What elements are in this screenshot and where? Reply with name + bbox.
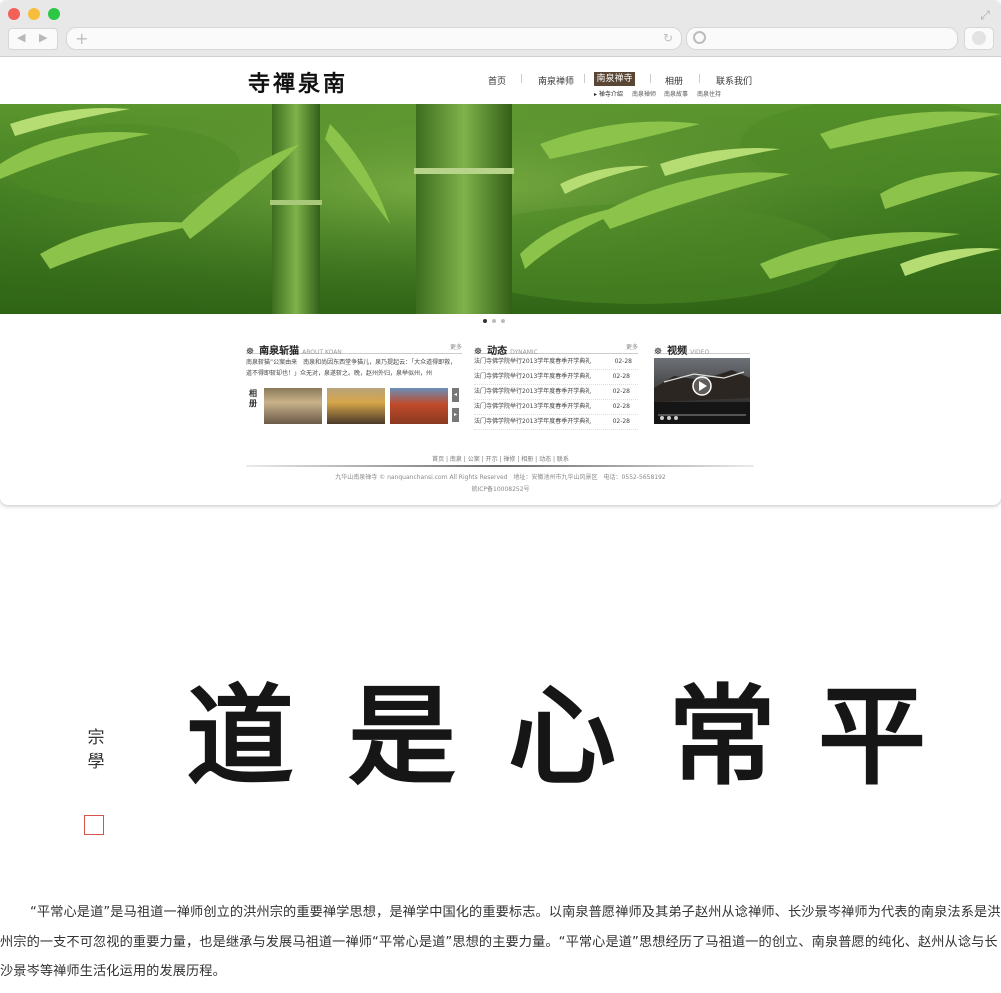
album-photo[interactable] xyxy=(327,388,385,424)
carousel-dot[interactable] xyxy=(501,319,505,323)
forward-icon[interactable]: ▶ xyxy=(39,31,47,44)
nav-divider: | xyxy=(649,74,653,84)
subnav-stories[interactable]: 南泉故事 xyxy=(664,89,688,98)
video-player[interactable] xyxy=(654,358,750,424)
maximize-window-button[interactable] xyxy=(48,8,60,20)
subnav-temple-intro[interactable]: ▸ 禅寺介绍 xyxy=(594,89,623,98)
about-intro-text: 南泉斩猫”公案由来 南泉和尚因东西堂争猫儿，泉乃提起云：「大众道得即救，道不得即… xyxy=(246,359,457,377)
carousel-dot[interactable] xyxy=(492,319,496,323)
browser-window: ⤢ ◀ ▶ + ↻ 寺禪泉南 首页 | 南泉禅师 | 南泉禅寺 | 相册 | 联… xyxy=(0,0,1001,505)
reload-icon[interactable]: ↻ xyxy=(663,31,673,45)
description-paragraph: “平常心是道”是马祖道一禅师创立的洪州宗的重要禅学思想，是禅学中国化的重要标志。… xyxy=(0,905,1001,979)
news-date: 02-28 xyxy=(612,388,630,395)
news-date: 02-28 xyxy=(612,373,630,380)
red-seal-stamp xyxy=(84,815,104,835)
calligraphy-signature: 宗學 xyxy=(87,728,105,772)
nav-temple-active[interactable]: 南泉禅寺 xyxy=(594,72,635,86)
about-section-header: ☸ 南泉斩猫 ABOUT KOAN 更多 xyxy=(246,339,462,357)
koan-icon: ☸ xyxy=(246,347,255,357)
news-title[interactable]: 法门寺佛学院举行2013学年度春季开学典礼 xyxy=(474,358,591,365)
dynamic-section-header: ☸ 动态 DYNAMIC 更多 xyxy=(474,339,638,357)
video-subtitle: VIDEO xyxy=(690,349,710,356)
fullscreen-icon[interactable]: ⤢ xyxy=(977,8,993,22)
news-title[interactable]: 法门寺佛学院举行2013学年度春季开学典礼 xyxy=(474,373,591,380)
subnav-abbot[interactable]: 南泉住持 xyxy=(697,89,721,98)
bamboo-illustration xyxy=(0,104,1001,314)
site-logo[interactable]: 寺禪泉南 xyxy=(248,66,348,98)
nav-master[interactable]: 南泉禅师 xyxy=(538,74,574,87)
minimize-window-button[interactable] xyxy=(28,8,40,20)
video-icon: ☸ xyxy=(654,347,663,357)
footer-links[interactable]: 首页 | 南泉 | 公案 | 开示 | 禅修 | 相册 | 动态 | 联系 xyxy=(0,454,1001,463)
search-icon xyxy=(693,31,706,44)
close-window-button[interactable] xyxy=(8,8,20,20)
video-thumbnail xyxy=(654,370,750,424)
news-item[interactable]: 法门寺佛学院举行2013学年度春季开学典礼 02-28 xyxy=(474,384,638,400)
nav-divider: | xyxy=(698,74,702,84)
browser-toolbar: ⤢ ◀ ▶ + ↻ xyxy=(0,0,1001,57)
back-icon[interactable]: ◀ xyxy=(17,31,25,44)
calligraphy-char: 是 xyxy=(348,674,457,800)
hero-banner-image xyxy=(0,104,1001,314)
news-item[interactable]: 法门寺佛学院举行2013学年度春季开学典礼 02-28 xyxy=(474,399,638,415)
address-bar[interactable]: + ↻ xyxy=(66,27,682,50)
footer-divider xyxy=(246,465,754,467)
album-label[interactable]: 相册 xyxy=(246,388,260,408)
video-section-header: ☸ 视频 VIDEO xyxy=(654,339,750,357)
video-title: 视频 xyxy=(667,346,688,357)
extension-icon xyxy=(972,31,986,45)
news-item[interactable]: 法门寺佛学院举行2013学年度春季开学典礼 02-28 xyxy=(474,354,638,370)
new-tab-icon[interactable]: + xyxy=(75,29,88,48)
about-title: 南泉斩猫 xyxy=(259,346,300,357)
footer-icp: 皖ICP备10008252号 xyxy=(471,486,530,493)
nav-divider: | xyxy=(520,74,524,84)
history-buttons: ◀ ▶ xyxy=(8,28,58,50)
nav-home[interactable]: 首页 xyxy=(488,74,506,87)
album-photo[interactable] xyxy=(264,388,322,424)
news-date: 02-28 xyxy=(612,418,630,425)
subnav-master[interactable]: 南泉禅师 xyxy=(632,89,656,98)
album-prev-arrow-icon[interactable]: ◂ xyxy=(452,388,459,402)
album-photo[interactable] xyxy=(390,388,448,424)
calligraphy-char: 道 xyxy=(186,674,295,800)
nav-contact[interactable]: 联系我们 xyxy=(716,74,752,87)
nav-divider: | xyxy=(583,74,587,84)
about-subtitle: ABOUT KOAN xyxy=(302,349,342,356)
news-title[interactable]: 法门寺佛学院举行2013学年度春季开学典礼 xyxy=(474,418,591,425)
search-input[interactable] xyxy=(686,27,958,50)
news-date: 02-28 xyxy=(612,403,630,410)
album-next-arrow-icon[interactable]: ▸ xyxy=(452,408,459,422)
calligraphy-char: 常 xyxy=(668,674,777,800)
about-more-link[interactable]: 更多 xyxy=(450,342,462,351)
news-item[interactable]: 法门寺佛学院举行2013学年度春季开学典礼 02-28 xyxy=(474,414,638,430)
extension-button[interactable] xyxy=(964,27,994,50)
nav-album[interactable]: 相册 xyxy=(665,74,683,87)
news-title[interactable]: 法门寺佛学院举行2013学年度春季开学典礼 xyxy=(474,388,591,395)
carousel-dot-active[interactable] xyxy=(483,319,487,323)
footer-copyright: 九华山南泉禅寺 © nanquanchansi.com All Rights R… xyxy=(335,474,666,481)
calligraphy-char: 心 xyxy=(508,674,617,800)
news-date: 02-28 xyxy=(614,358,632,365)
news-title[interactable]: 法门寺佛学院举行2013学年度春季开学典礼 xyxy=(474,403,591,410)
calligraphy-char: 平 xyxy=(818,674,927,800)
dynamic-more-link[interactable]: 更多 xyxy=(626,342,638,351)
news-item[interactable]: 法门寺佛学院举行2013学年度春季开学典礼 02-28 xyxy=(474,369,638,385)
